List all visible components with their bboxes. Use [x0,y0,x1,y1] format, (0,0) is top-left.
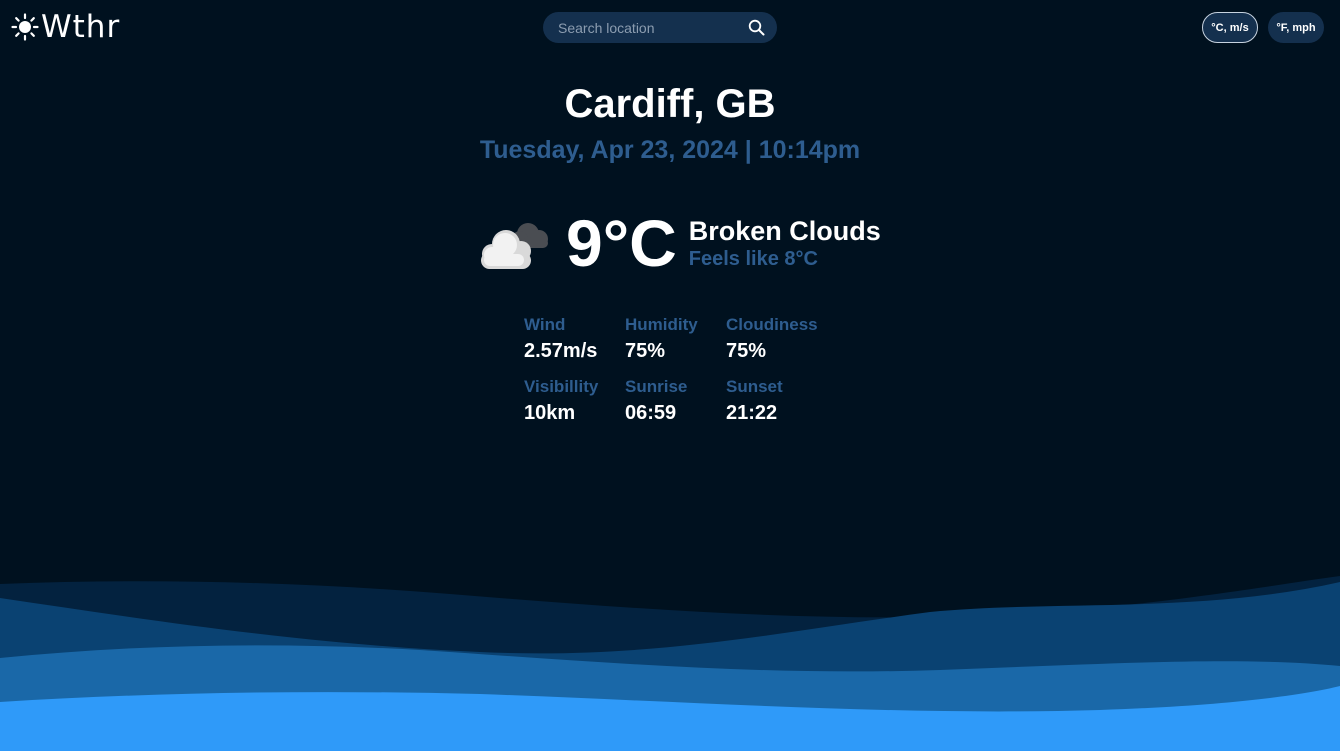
detail-value: 75% [625,340,666,362]
detail-value: 06:59 [625,402,677,424]
imperial-units-button[interactable]: °F, mph [1268,12,1324,43]
weather-app: Wthr °C, m/s °F, mph Cardiff, GB Tuesday… [0,0,1340,751]
detail-wind: Wind 2.57m/s [524,314,625,366]
detail-label: Cloudiness [726,315,818,334]
current-weather: 9°C Broken Clouds Feels like 8°C [476,205,881,281]
condition-block: Broken Clouds Feels like 8°C [689,215,881,271]
metric-units-button[interactable]: °C, m/s [1202,12,1258,43]
decorative-waves [0,576,1340,751]
detail-label: Sunset [726,377,783,396]
detail-humidity: Humidity 75% [625,314,726,366]
detail-sunrise: Sunrise 06:59 [625,376,726,428]
detail-value: 21:22 [726,402,778,424]
detail-label: Sunrise [625,377,688,396]
detail-label: Visibillity [524,377,599,396]
temperature: 9°C [566,206,677,280]
broken-clouds-icon [481,223,548,269]
detail-label: Humidity [625,315,698,334]
detail-cloudiness: Cloudiness 75% [726,314,836,366]
detail-value: 10km [524,402,576,424]
city-name: Cardiff, GB [564,82,776,126]
sun-icon [11,13,39,41]
detail-value: 2.57m/s [524,340,598,362]
detail-label: Wind [524,315,566,334]
detail-visibility: Visibillity 10km [524,376,625,428]
local-datetime: Tuesday, Apr 23, 2024 | 10:14pm [479,136,861,164]
location-search [543,12,777,43]
app-logo[interactable]: Wthr [11,10,120,44]
logo-text: Wthr [41,9,121,45]
condition-text: Broken Clouds [688,216,881,246]
search-icon[interactable] [748,19,765,36]
weather-details: Wind 2.57m/s Humidity 75% Cloudiness 75%… [524,314,836,428]
feels-like-text: Feels like 8°C [688,248,818,270]
search-input[interactable] [558,19,748,36]
detail-sunset: Sunset 21:22 [726,376,836,428]
detail-value: 75% [726,340,767,362]
